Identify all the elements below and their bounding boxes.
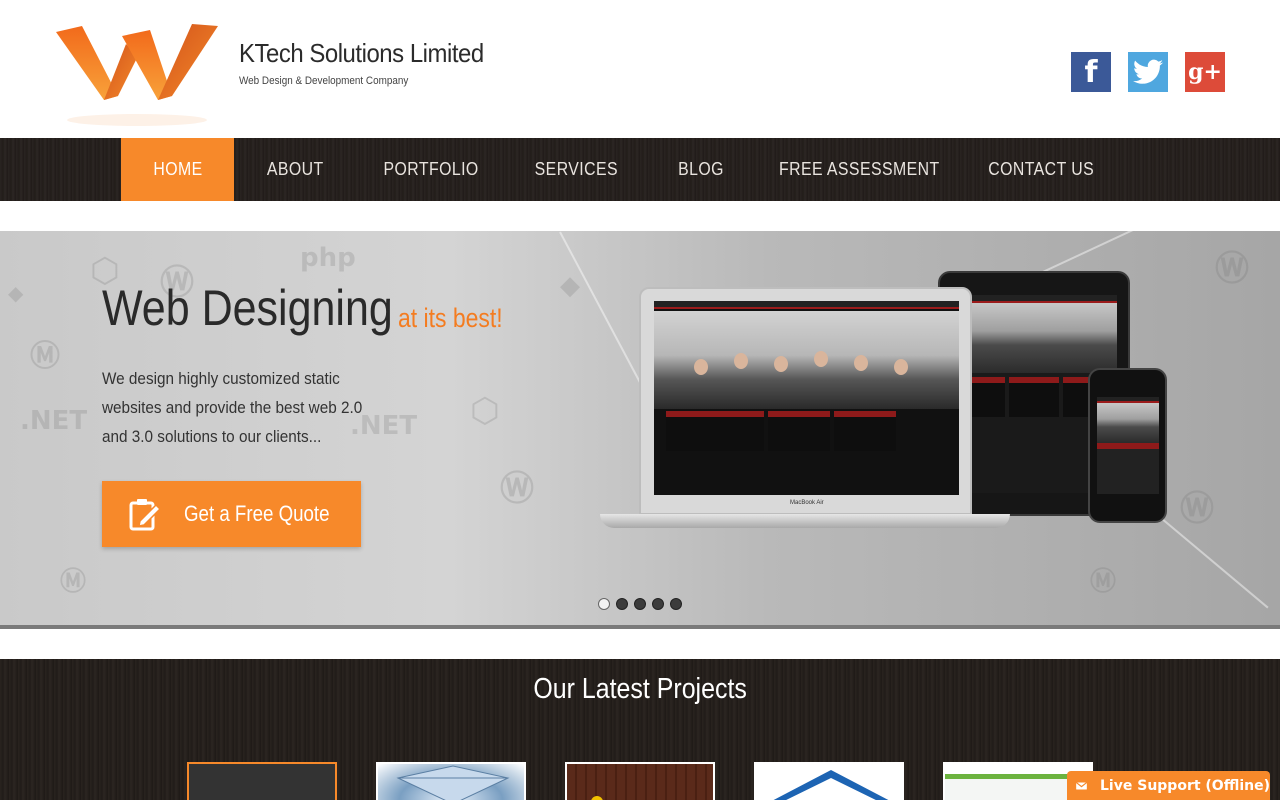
quote-button-label: Get a Free Quote (184, 501, 330, 526)
screen-photo (1097, 403, 1159, 443)
phone-screen (1097, 397, 1159, 494)
slider-pagination (598, 598, 682, 610)
nav-item-free-assessment[interactable]: FREE ASSESSMENT (772, 138, 946, 201)
diamond-icon (396, 765, 510, 800)
nav-item-blog[interactable]: BLOG (660, 138, 742, 201)
edit-form-icon (129, 499, 162, 531)
nav-label: PORTFOLIO (383, 159, 479, 179)
company-logo[interactable] (52, 22, 222, 132)
wordpress-bg-icon: Ⓦ (1215, 249, 1249, 289)
screen-panel (834, 411, 896, 451)
google-plus-icon[interactable]: g+ (1185, 52, 1225, 92)
wordpress-bg-icon: Ⓦ (500, 469, 534, 509)
facebook-glyph: f (1084, 54, 1098, 90)
project-thumbnail-4[interactable] (754, 762, 904, 800)
nav-label: ABOUT (266, 159, 324, 179)
twitter-bird-icon (1133, 59, 1163, 84)
slide-dot-4[interactable] (652, 598, 664, 610)
slide-dot-3[interactable] (634, 598, 646, 610)
php-bg-icon: php (300, 243, 356, 273)
nav-item-contact-us[interactable]: CONTACT US (976, 138, 1106, 201)
site-header: KTech Solutions Limited Web Design & Dev… (0, 0, 1280, 138)
projects-title: Our Latest Projects (0, 673, 1280, 706)
slide-dot-2[interactable] (616, 598, 628, 610)
nav-item-portfolio[interactable]: PORTFOLIO (370, 138, 492, 201)
nav-item-home[interactable]: HOME (121, 138, 234, 201)
laptop-model-label: MacBook Air (790, 500, 824, 506)
screen-face (814, 351, 828, 367)
laptop-screen (654, 301, 959, 495)
screen-face (694, 359, 708, 375)
project-thumbnail-2[interactable] (376, 762, 526, 800)
nav-label: FREE ASSESSMENT (778, 159, 940, 179)
screen-panel (666, 411, 764, 451)
hero-slider: ◆ ⬡ Ⓦ php .NET .NET Ⓜ ⬡ Ⓦ ◆ Ⓦ Ⓦ Ⓜ Ⓜ Web … (0, 231, 1280, 625)
facebook-icon[interactable]: f (1071, 52, 1111, 92)
google-plus-glyph: g+ (1188, 59, 1222, 85)
project-thumbnail-3[interactable] (565, 762, 715, 800)
css3-bg-icon: ⬡ (470, 391, 500, 431)
wordpress-bg-icon: Ⓦ (1180, 489, 1214, 529)
hero-title: Web Designing (102, 280, 393, 336)
magento-bg-icon: Ⓜ (60, 567, 87, 597)
screen-face (894, 359, 908, 375)
house-roof-icon (773, 770, 889, 800)
live-support-widget[interactable]: Live Support (Offline) (1067, 771, 1270, 800)
laptop-mockup (639, 287, 972, 515)
nav-label: SERVICES (534, 159, 618, 179)
brand-title[interactable]: KTech Solutions Limited (239, 38, 484, 69)
drupal-bg-icon: ◆ (8, 281, 24, 305)
dotnet-bg-icon: .NET (20, 406, 88, 436)
nav-label: HOME (152, 159, 203, 179)
magento-bg-icon: Ⓜ (1090, 567, 1117, 597)
hero-title-accent: at its best! (398, 303, 503, 333)
hero-description: We design highly customized static websi… (102, 369, 363, 446)
mail-icon (1075, 781, 1088, 790)
screen-panel (1009, 377, 1059, 417)
brand-tagline: Web Design & Development Company (239, 75, 409, 87)
main-navigation: HOME ABOUT PORTFOLIO SERVICES BLOG FREE … (0, 138, 1280, 201)
hero-bottom-border (0, 625, 1280, 629)
drupal-bg-icon: ◆ (560, 271, 580, 301)
screen-panel (768, 411, 830, 451)
nav-item-services[interactable]: SERVICES (518, 138, 634, 201)
project-thumbnail-1[interactable] (187, 762, 337, 800)
nav-item-about[interactable]: ABOUT (240, 138, 350, 201)
screen-face (854, 355, 868, 371)
screen-nav-bar (654, 301, 959, 309)
nav-label: BLOG (678, 159, 724, 179)
magento-bg-icon: Ⓜ (30, 339, 60, 374)
screen-face (734, 353, 748, 369)
laptop-base (600, 514, 1010, 528)
screen-header-strip (1097, 443, 1159, 449)
phone-mockup (1088, 368, 1167, 523)
get-free-quote-button[interactable]: Get a Free Quote (102, 481, 361, 547)
screen-face (774, 356, 788, 372)
live-support-label: Live Support (Offline) (1100, 777, 1270, 794)
screen-photo (951, 303, 1117, 373)
brand-block: KTech Solutions Limited Web Design & Dev… (239, 38, 505, 87)
screen-nav-bar (951, 295, 1117, 303)
projects-title-text: Our Latest Projects (533, 673, 747, 705)
sun-icon (591, 796, 603, 800)
nav-label: CONTACT US (988, 159, 1094, 179)
slide-dot-5[interactable] (670, 598, 682, 610)
twitter-icon[interactable] (1128, 52, 1168, 92)
slide-dot-1[interactable] (598, 598, 610, 610)
